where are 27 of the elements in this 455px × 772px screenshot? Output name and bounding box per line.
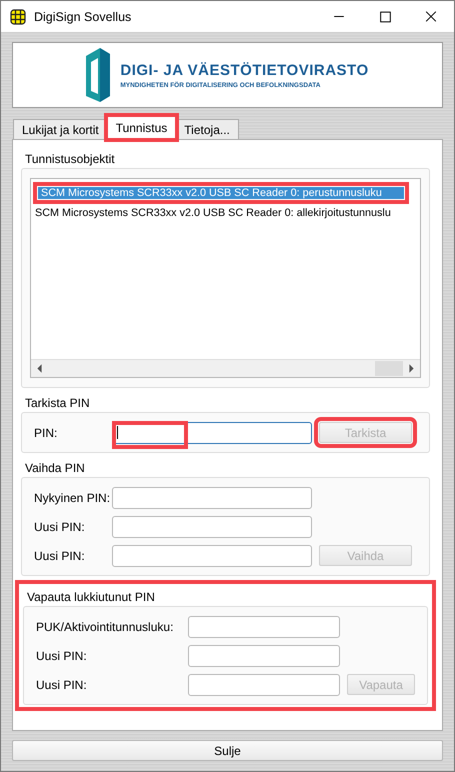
field-label: Uusi PIN: bbox=[34, 520, 86, 534]
input-field[interactable] bbox=[188, 644, 340, 666]
list-item[interactable]: SCM Microsystems SCR33xx v2.0 USB SC Reader 0: allekirjoitustunnuslu bbox=[33, 206, 393, 220]
field-label: PIN: bbox=[34, 426, 58, 440]
input-field[interactable] bbox=[112, 486, 312, 508]
horizontal-scrollbar[interactable] bbox=[31, 359, 420, 377]
scrollbar-thumb[interactable] bbox=[375, 361, 403, 376]
list-item[interactable]: SCM Microsystems SCR33xx v2.0 USB SC Reader 0: perustunnusluku bbox=[33, 182, 409, 204]
input-field[interactable] bbox=[188, 674, 340, 696]
input-field[interactable] bbox=[112, 516, 312, 538]
close-button[interactable]: Sulje bbox=[12, 740, 443, 761]
field-label: Uusi PIN: bbox=[36, 648, 88, 662]
grid-icon bbox=[10, 8, 26, 24]
group-title: Tunnistusobjektit bbox=[25, 152, 116, 166]
logo-name: DIGI- JA VÄESTÖTIETOVIRASTO bbox=[120, 62, 369, 78]
input-field[interactable] bbox=[188, 616, 340, 638]
group-title: Vaihda PIN bbox=[25, 461, 86, 475]
logo-icon bbox=[86, 48, 110, 102]
group-title: Tarkista PIN bbox=[25, 396, 91, 410]
field-label: Uusi PIN: bbox=[36, 678, 88, 692]
group-title: Vapauta lukkiutunut PIN bbox=[27, 590, 156, 604]
field-label: Uusi PIN: bbox=[34, 548, 86, 562]
field-label: PUK/Aktivointitunnusluku: bbox=[36, 620, 174, 634]
tab[interactable]: Tunnistus bbox=[106, 116, 176, 139]
window-title: DigiSign Sovellus bbox=[34, 10, 132, 24]
field-label: Nykyinen PIN: bbox=[34, 490, 112, 504]
input-field[interactable] bbox=[112, 544, 312, 566]
